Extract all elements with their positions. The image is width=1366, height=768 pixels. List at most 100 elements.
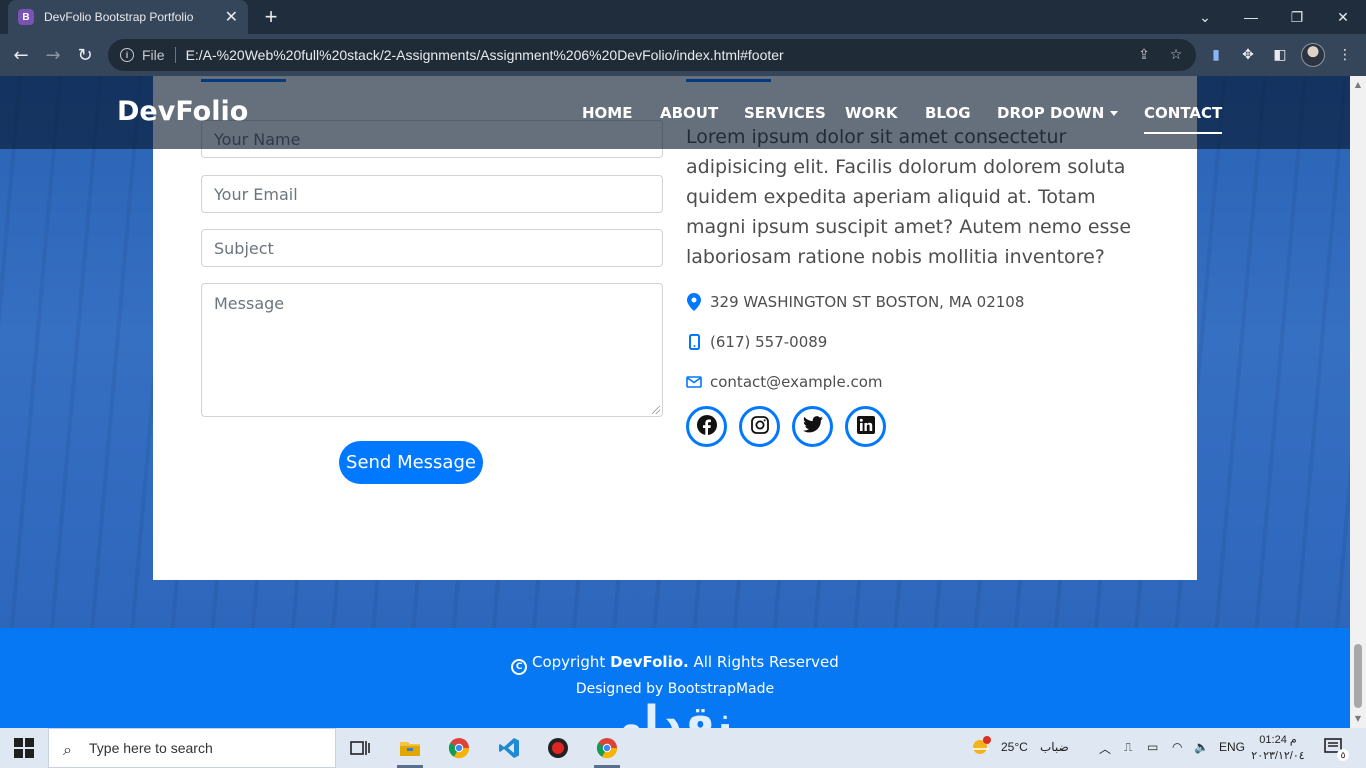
new-tab-icon[interactable]: + bbox=[260, 4, 282, 30]
facebook-link[interactable] bbox=[686, 406, 727, 447]
nav-drop-down-label: DROP DOWN bbox=[997, 104, 1105, 122]
nav-contact[interactable]: CONTACT bbox=[1144, 104, 1223, 134]
nav-blog[interactable]: BLOG bbox=[925, 104, 971, 122]
close-tab-icon[interactable]: ✕ bbox=[225, 7, 238, 27]
restore-icon[interactable]: ❐ bbox=[1274, 0, 1320, 34]
send-message-button[interactable]: Send Message bbox=[339, 441, 483, 484]
email-field[interactable] bbox=[201, 175, 663, 213]
task-view-icon[interactable] bbox=[345, 734, 375, 762]
address-bar[interactable]: i File E:/A-%20Web%20full%20stack/2-Assi… bbox=[108, 39, 1196, 71]
instagram-icon bbox=[750, 415, 769, 438]
watermark-logo: نقدلي bbox=[598, 697, 733, 728]
puzzle-extensions-icon[interactable]: ✥ bbox=[1239, 46, 1257, 64]
mobile-phone-icon bbox=[686, 333, 702, 351]
nav-about[interactable]: ABOUT bbox=[660, 104, 718, 122]
browser-tab[interactable]: B DevFolio Bootstrap Portfolio ✕ bbox=[8, 0, 248, 34]
address-line: 329 WASHINGTON ST BOSTON, MA 02108 bbox=[686, 293, 1024, 311]
browser-tab-bar: B DevFolio Bootstrap Portfolio ✕ + ⌄ — ❐… bbox=[0, 0, 1366, 34]
phone-line: (617) 557-0089 bbox=[686, 333, 827, 351]
twitter-icon bbox=[802, 416, 823, 437]
minimize-icon[interactable]: — bbox=[1228, 0, 1274, 34]
extension-icon[interactable]: ▮ bbox=[1207, 46, 1225, 64]
nav-drop-down[interactable]: DROP DOWN bbox=[997, 104, 1119, 122]
email-text[interactable]: contact@example.com bbox=[710, 373, 883, 391]
menu-kebab-icon[interactable]: ⋮ bbox=[1336, 46, 1354, 64]
screen-recorder-icon[interactable] bbox=[543, 734, 573, 762]
divider bbox=[174, 47, 176, 63]
windows-start-icon[interactable] bbox=[14, 738, 34, 758]
chevron-up-icon[interactable]: ︿ bbox=[1099, 740, 1111, 757]
address-text: 329 WASHINGTON ST BOSTON, MA 02108 bbox=[710, 293, 1025, 311]
copyright-icon: C bbox=[511, 659, 528, 675]
star-bookmark-icon[interactable]: ☆ bbox=[1168, 47, 1184, 63]
map-pin-icon bbox=[686, 293, 702, 311]
browser-toolbar: ← → ↻ i File E:/A-%20Web%20full%20stack/… bbox=[0, 34, 1366, 76]
share-icon[interactable]: ⇪ bbox=[1136, 47, 1152, 63]
weather-temp[interactable]: 25°C bbox=[1001, 740, 1028, 754]
copyright-prefix: Copyright bbox=[532, 653, 606, 671]
vscode-icon[interactable] bbox=[494, 734, 524, 762]
twitter-link[interactable] bbox=[792, 406, 833, 447]
scroll-thumb[interactable] bbox=[1354, 644, 1362, 708]
copyright-suffix: All Rights Reserved bbox=[693, 653, 839, 671]
phone-text: (617) 557-0089 bbox=[710, 333, 828, 351]
close-window-icon[interactable]: ✕ bbox=[1320, 0, 1366, 34]
notification-count: ٥ bbox=[1337, 749, 1349, 761]
subject-input[interactable] bbox=[202, 230, 662, 266]
file-label: File bbox=[142, 47, 165, 63]
clock-date: ٢٠٢٣/١٢/٠٤ bbox=[1251, 750, 1305, 762]
linkedin-link[interactable] bbox=[845, 406, 886, 447]
site-footer: C Copyright DevFolio. All Rights Reserve… bbox=[0, 628, 1350, 728]
email-input[interactable] bbox=[202, 176, 662, 212]
bootstrap-favicon-icon: B bbox=[18, 9, 34, 25]
site-logo[interactable]: DevFolio bbox=[117, 96, 248, 127]
file-explorer-icon[interactable] bbox=[395, 734, 425, 768]
weather-condition[interactable]: ضباب bbox=[1040, 740, 1069, 754]
search-icon: ⌕ bbox=[63, 740, 72, 759]
battery-icon[interactable]: ▭ bbox=[1147, 740, 1158, 754]
taskbar: ⌕ 25°C ضباب ︿ ⎍ ▭ ◠ 🔈 ENG 01:24 م ٢٠٢٣/١… bbox=[0, 728, 1366, 768]
subject-field[interactable] bbox=[201, 229, 663, 267]
nav-work[interactable]: WORK bbox=[845, 104, 897, 122]
page-viewport: Send Message Lorem ipsum dolor sit amet … bbox=[0, 76, 1350, 728]
page-scrollbar[interactable]: ▲ ▼ bbox=[1350, 76, 1366, 728]
resize-handle[interactable] bbox=[652, 406, 660, 414]
message-textarea[interactable] bbox=[202, 284, 662, 416]
back-arrow-icon[interactable]: ← bbox=[8, 42, 34, 68]
caret-down-icon bbox=[1110, 111, 1119, 116]
facebook-icon bbox=[696, 414, 717, 439]
taskbar-search[interactable]: ⌕ bbox=[48, 728, 336, 768]
clock[interactable]: 01:24 م ٢٠٢٣/١٢/٠٤ bbox=[1248, 732, 1308, 764]
chrome-active-icon[interactable] bbox=[592, 734, 622, 768]
info-icon[interactable]: i bbox=[120, 48, 134, 62]
profile-avatar[interactable] bbox=[1301, 43, 1325, 67]
usb-device-icon[interactable]: ⎍ bbox=[1124, 740, 1132, 755]
chrome-icon[interactable] bbox=[444, 734, 474, 762]
nav-services[interactable]: SERVICES bbox=[744, 104, 826, 122]
linkedin-icon bbox=[856, 415, 875, 438]
scroll-down-icon[interactable]: ▼ bbox=[1353, 714, 1363, 724]
volume-icon[interactable]: 🔈 bbox=[1194, 740, 1209, 754]
instagram-link[interactable] bbox=[739, 406, 780, 447]
forward-arrow-icon[interactable]: → bbox=[40, 42, 66, 68]
designed-by-credit[interactable]: Designed by BootstrapMade bbox=[0, 681, 1350, 697]
clock-time: 01:24 م bbox=[1259, 734, 1297, 746]
language-indicator[interactable]: ENG bbox=[1219, 740, 1245, 754]
tab-search-chevron-icon[interactable]: ⌄ bbox=[1182, 0, 1228, 34]
scroll-up-icon[interactable]: ▲ bbox=[1353, 80, 1363, 90]
weather-icon[interactable] bbox=[970, 736, 992, 759]
copyright-line: C Copyright DevFolio. All Rights Reserve… bbox=[0, 653, 1350, 675]
url-text[interactable]: E:/A-%20Web%20full%20stack/2-Assignments… bbox=[186, 47, 784, 63]
taskbar-search-input[interactable] bbox=[89, 740, 319, 756]
email-line: contact@example.com bbox=[686, 373, 883, 391]
tab-title: DevFolio Bootstrap Portfolio bbox=[44, 10, 194, 24]
contact-card: Send Message Lorem ipsum dolor sit amet … bbox=[153, 76, 1197, 580]
envelope-icon bbox=[686, 373, 702, 391]
nav-home[interactable]: HOME bbox=[582, 104, 632, 122]
site-header: DevFolio HOME ABOUT SERVICES WORK BLOG D… bbox=[0, 76, 1350, 149]
message-field[interactable] bbox=[201, 283, 663, 417]
footer-brand: DevFolio. bbox=[610, 653, 689, 671]
reload-icon[interactable]: ↻ bbox=[72, 42, 98, 68]
side-panel-icon[interactable]: ◧ bbox=[1271, 46, 1289, 64]
wifi-icon[interactable]: ◠ bbox=[1172, 740, 1182, 754]
